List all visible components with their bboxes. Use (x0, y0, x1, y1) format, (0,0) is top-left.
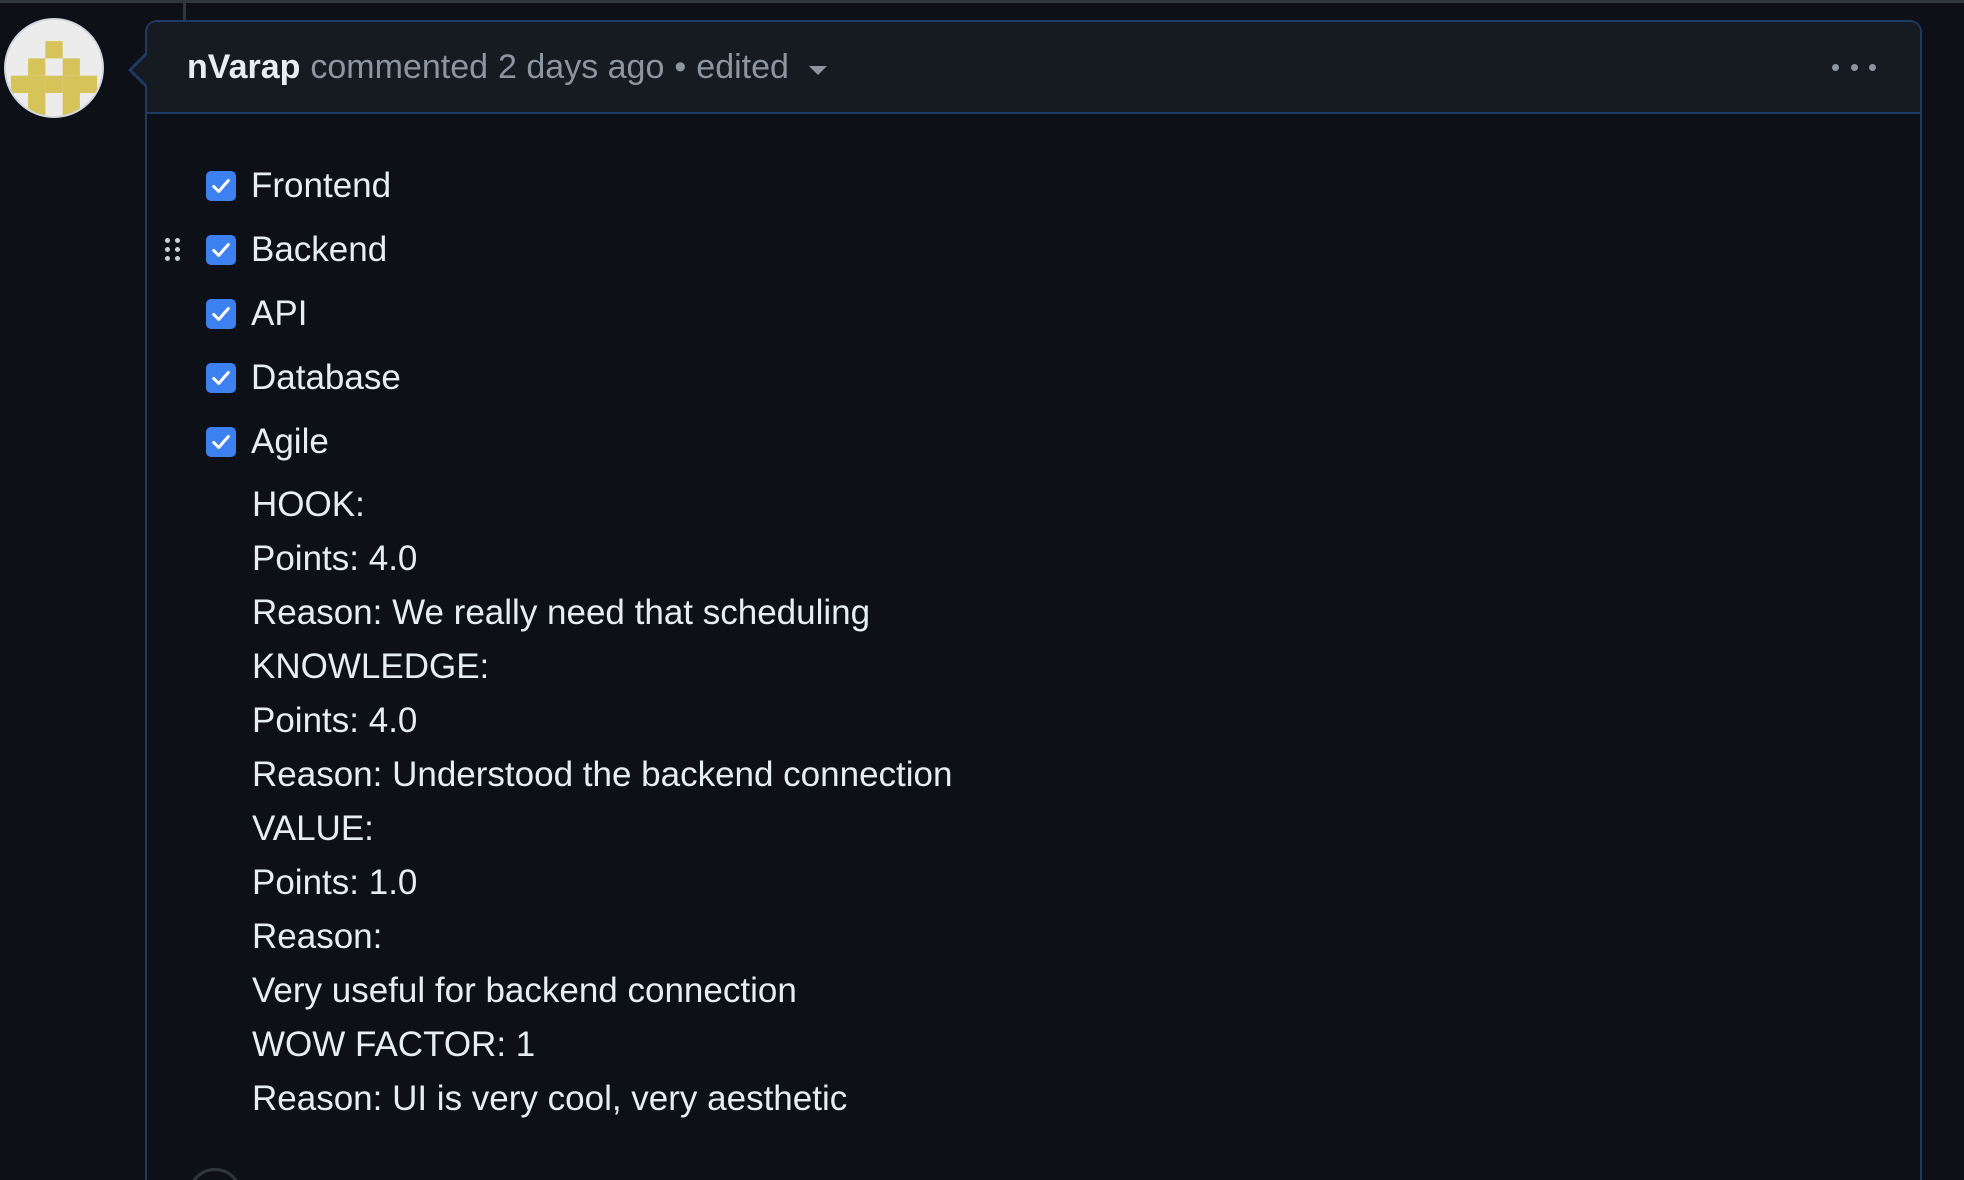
page: nVarap commented 2 days ago • edited Fro… (0, 0, 1964, 1180)
note-line: KNOWLEDGE: (252, 647, 490, 686)
grabber-icon[interactable] (165, 238, 180, 262)
task-checkbox[interactable] (206, 363, 236, 393)
check-icon (212, 371, 230, 385)
check-icon (212, 179, 230, 193)
task-item: Agile (147, 410, 1920, 474)
separator: • (674, 47, 687, 86)
triangle-down-icon (808, 65, 827, 75)
edited-dropdown[interactable]: edited (696, 48, 827, 87)
note-line: Reason: Understood the backend connectio… (252, 755, 953, 794)
comment-timestamp[interactable]: 2 days ago (498, 48, 664, 87)
note-line: Points: 4.0 (252, 539, 418, 578)
task-checkbox[interactable] (206, 235, 236, 265)
note-line: Reason: We really need that scheduling (252, 593, 871, 632)
note-line: HOOK: (252, 485, 365, 524)
task-notes: HOOK: Points: 4.0 Reason: We really need… (147, 478, 1920, 1126)
check-icon (212, 307, 230, 321)
task-item: Frontend (147, 154, 1920, 218)
note-line: Very useful for backend connection (252, 971, 797, 1010)
task-label: Database (251, 358, 401, 397)
comment-body: Frontend Backend API Database Agile HOOK… (147, 114, 1920, 1126)
author-link[interactable]: nVarap (187, 48, 300, 87)
task-checkbox[interactable] (206, 427, 236, 457)
task-label: API (251, 294, 308, 333)
kebab-horizontal-icon[interactable] (1832, 52, 1876, 82)
edited-label: edited (696, 47, 789, 86)
comment-box: nVarap commented 2 days ago • edited Fro… (145, 20, 1922, 1180)
timeline-line (183, 0, 186, 20)
identicon-icon (6, 20, 102, 116)
note-line: Reason: (252, 917, 383, 956)
top-divider (0, 0, 1964, 3)
note-line: Points: 4.0 (252, 701, 418, 740)
task-label: Frontend (251, 166, 392, 205)
comment-action: commented (310, 47, 489, 86)
task-item: Backend (147, 218, 1920, 282)
task-item: Database (147, 346, 1920, 410)
comment-caret-fill (132, 54, 148, 86)
note-line: Reason: UI is very cool, very aesthetic (252, 1079, 848, 1118)
comment-header: nVarap commented 2 days ago • edited (147, 22, 1920, 114)
task-checkbox[interactable] (206, 299, 236, 329)
task-label: Backend (251, 230, 388, 269)
task-checkbox[interactable] (206, 171, 236, 201)
note-line: WOW FACTOR: 1 (252, 1025, 536, 1064)
avatar[interactable] (4, 18, 104, 118)
check-icon (212, 243, 230, 257)
task-item: API (147, 282, 1920, 346)
note-line: VALUE: (252, 809, 374, 848)
task-label: Agile (251, 422, 329, 461)
check-icon (212, 435, 230, 449)
note-line: Points: 1.0 (252, 863, 418, 902)
